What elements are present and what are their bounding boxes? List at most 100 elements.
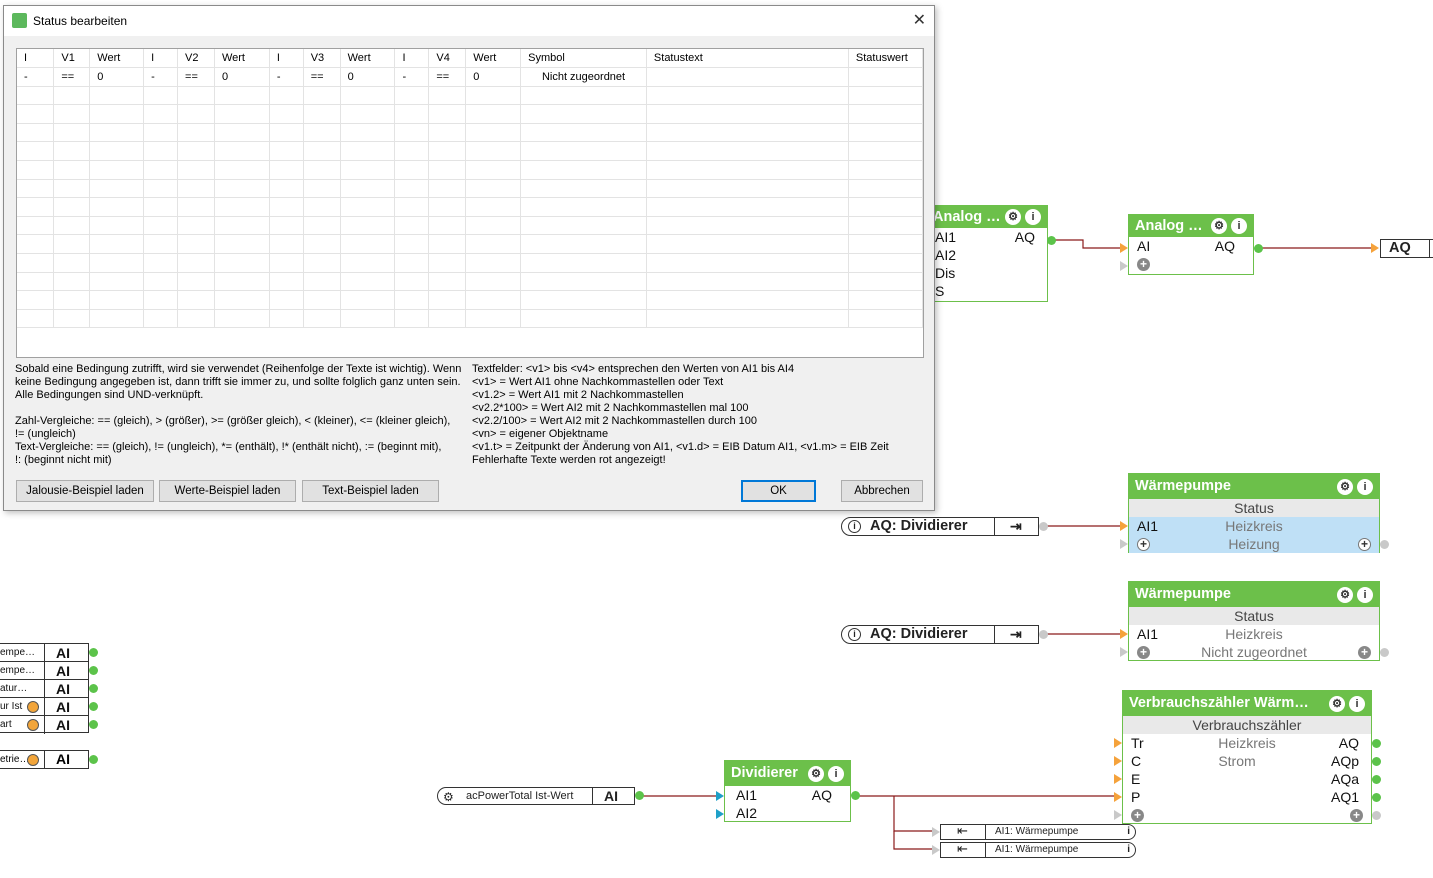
table-cell[interactable] (214, 179, 270, 199)
table-cell[interactable]: 0 (465, 67, 522, 87)
table-cell[interactable] (177, 253, 215, 273)
table-cell[interactable] (428, 234, 467, 255)
table-cell[interactable] (214, 123, 270, 143)
table-cell[interactable] (520, 253, 647, 273)
output-pin[interactable] (89, 702, 98, 711)
info-icon[interactable]: i (1127, 843, 1130, 857)
table-cell[interactable] (89, 179, 145, 199)
output-pin[interactable] (1372, 739, 1381, 748)
table-cell[interactable] (89, 253, 145, 273)
table-cell[interactable] (646, 290, 849, 310)
table-cell[interactable] (303, 216, 341, 236)
table-cell[interactable] (17, 234, 55, 255)
table-cell[interactable] (848, 309, 923, 329)
table-cell[interactable] (143, 253, 179, 273)
table-cell[interactable] (89, 141, 145, 162)
output-pin[interactable] (1372, 775, 1381, 784)
table-cell[interactable] (848, 216, 923, 236)
info-icon[interactable]: i (828, 766, 844, 782)
table-cell[interactable] (428, 86, 467, 106)
table-row[interactable] (17, 272, 923, 292)
table-cell[interactable] (214, 290, 270, 310)
input-pin[interactable] (716, 791, 724, 801)
table-cell[interactable] (520, 104, 647, 124)
table-cell[interactable] (646, 86, 849, 106)
info-icon[interactable]: i (1357, 587, 1373, 603)
table-cell[interactable] (214, 309, 270, 329)
table-cell[interactable] (214, 86, 270, 106)
table-cell[interactable] (214, 160, 270, 180)
table-cell[interactable] (177, 234, 215, 255)
dividierer-reference-1[interactable]: i AQ: Dividierer ⇥ (841, 517, 1039, 536)
table-cell[interactable] (428, 160, 467, 180)
table-cell[interactable] (177, 197, 215, 217)
table-cell[interactable] (465, 197, 522, 217)
table-cell[interactable] (269, 104, 304, 124)
table-cell[interactable] (394, 141, 430, 162)
table-cell[interactable] (17, 141, 55, 162)
output-pin[interactable] (89, 684, 98, 693)
table-cell[interactable] (303, 197, 341, 217)
table-cell[interactable] (303, 272, 341, 292)
table-cell[interactable] (394, 290, 430, 310)
input-pin[interactable] (1114, 810, 1122, 820)
table-cell[interactable] (89, 160, 145, 180)
add-output-icon[interactable]: + (1358, 538, 1371, 551)
table-cell[interactable] (269, 290, 304, 310)
load-values-example-button[interactable]: Werte-Beispiel laden (159, 480, 296, 502)
analog-block-1[interactable]: Analog … ⚙ i AI1 AQ AI2 Dis S (926, 205, 1048, 302)
table-cell[interactable] (53, 160, 91, 180)
table-cell[interactable] (465, 272, 522, 292)
table-cell[interactable] (177, 290, 215, 310)
ai-reference[interactable]: ur Ist AI (0, 698, 88, 716)
table-cell[interactable] (848, 179, 923, 199)
table-cell[interactable] (177, 179, 215, 199)
table-cell[interactable] (394, 234, 430, 255)
table-cell[interactable]: - (394, 67, 430, 87)
table-cell[interactable]: == (428, 67, 467, 87)
add-input-icon[interactable]: + (1137, 258, 1150, 271)
table-cell[interactable] (848, 160, 923, 180)
table-cell[interactable] (214, 234, 270, 255)
table-row[interactable] (17, 197, 923, 217)
close-icon[interactable]: ✕ (913, 6, 926, 36)
analog-block-2[interactable]: Analog … ⚙ i AI AQ + (1128, 214, 1254, 275)
output-pin[interactable] (635, 791, 644, 800)
jump-icon[interactable]: ⇤ (957, 824, 968, 838)
table-cell[interactable] (177, 309, 215, 329)
table-cell[interactable] (89, 272, 145, 292)
table-cell[interactable] (646, 104, 849, 124)
table-cell[interactable] (646, 234, 849, 255)
table-cell[interactable] (428, 290, 467, 310)
jump-icon[interactable]: ⇥ (1010, 518, 1022, 535)
table-cell[interactable] (303, 290, 341, 310)
ai-reference[interactable]: empe… AI (0, 644, 88, 662)
add-output-icon[interactable]: + (1358, 646, 1371, 659)
input-pin[interactable] (1120, 629, 1128, 639)
table-cell[interactable] (143, 141, 179, 162)
table-cell[interactable] (53, 141, 91, 162)
table-cell[interactable] (520, 272, 647, 292)
table-row[interactable] (17, 104, 923, 124)
table-cell[interactable] (269, 141, 304, 162)
input-pin[interactable] (932, 827, 940, 837)
table-cell[interactable] (53, 216, 91, 236)
table-cell[interactable] (17, 309, 55, 329)
table-cell[interactable] (53, 272, 91, 292)
table-row[interactable] (17, 123, 923, 143)
gear-icon[interactable]: ⚙ (1329, 696, 1345, 712)
table-cell[interactable] (428, 197, 467, 217)
table-cell[interactable] (53, 123, 91, 143)
gear-icon[interactable]: ⚙ (1337, 479, 1353, 495)
table-cell[interactable]: == (303, 67, 341, 87)
table-cell[interactable] (17, 160, 55, 180)
table-cell[interactable] (848, 234, 923, 255)
gear-icon[interactable]: ⚙ (443, 789, 454, 805)
table-cell[interactable] (143, 160, 179, 180)
load-text-example-button[interactable]: Text-Beispiel laden (302, 480, 439, 502)
table-cell[interactable] (394, 309, 430, 329)
table-cell[interactable] (340, 234, 396, 255)
table-cell[interactable] (17, 216, 55, 236)
aq-output-reference[interactable]: AQ (1380, 239, 1433, 258)
table-cell[interactable] (177, 160, 215, 180)
